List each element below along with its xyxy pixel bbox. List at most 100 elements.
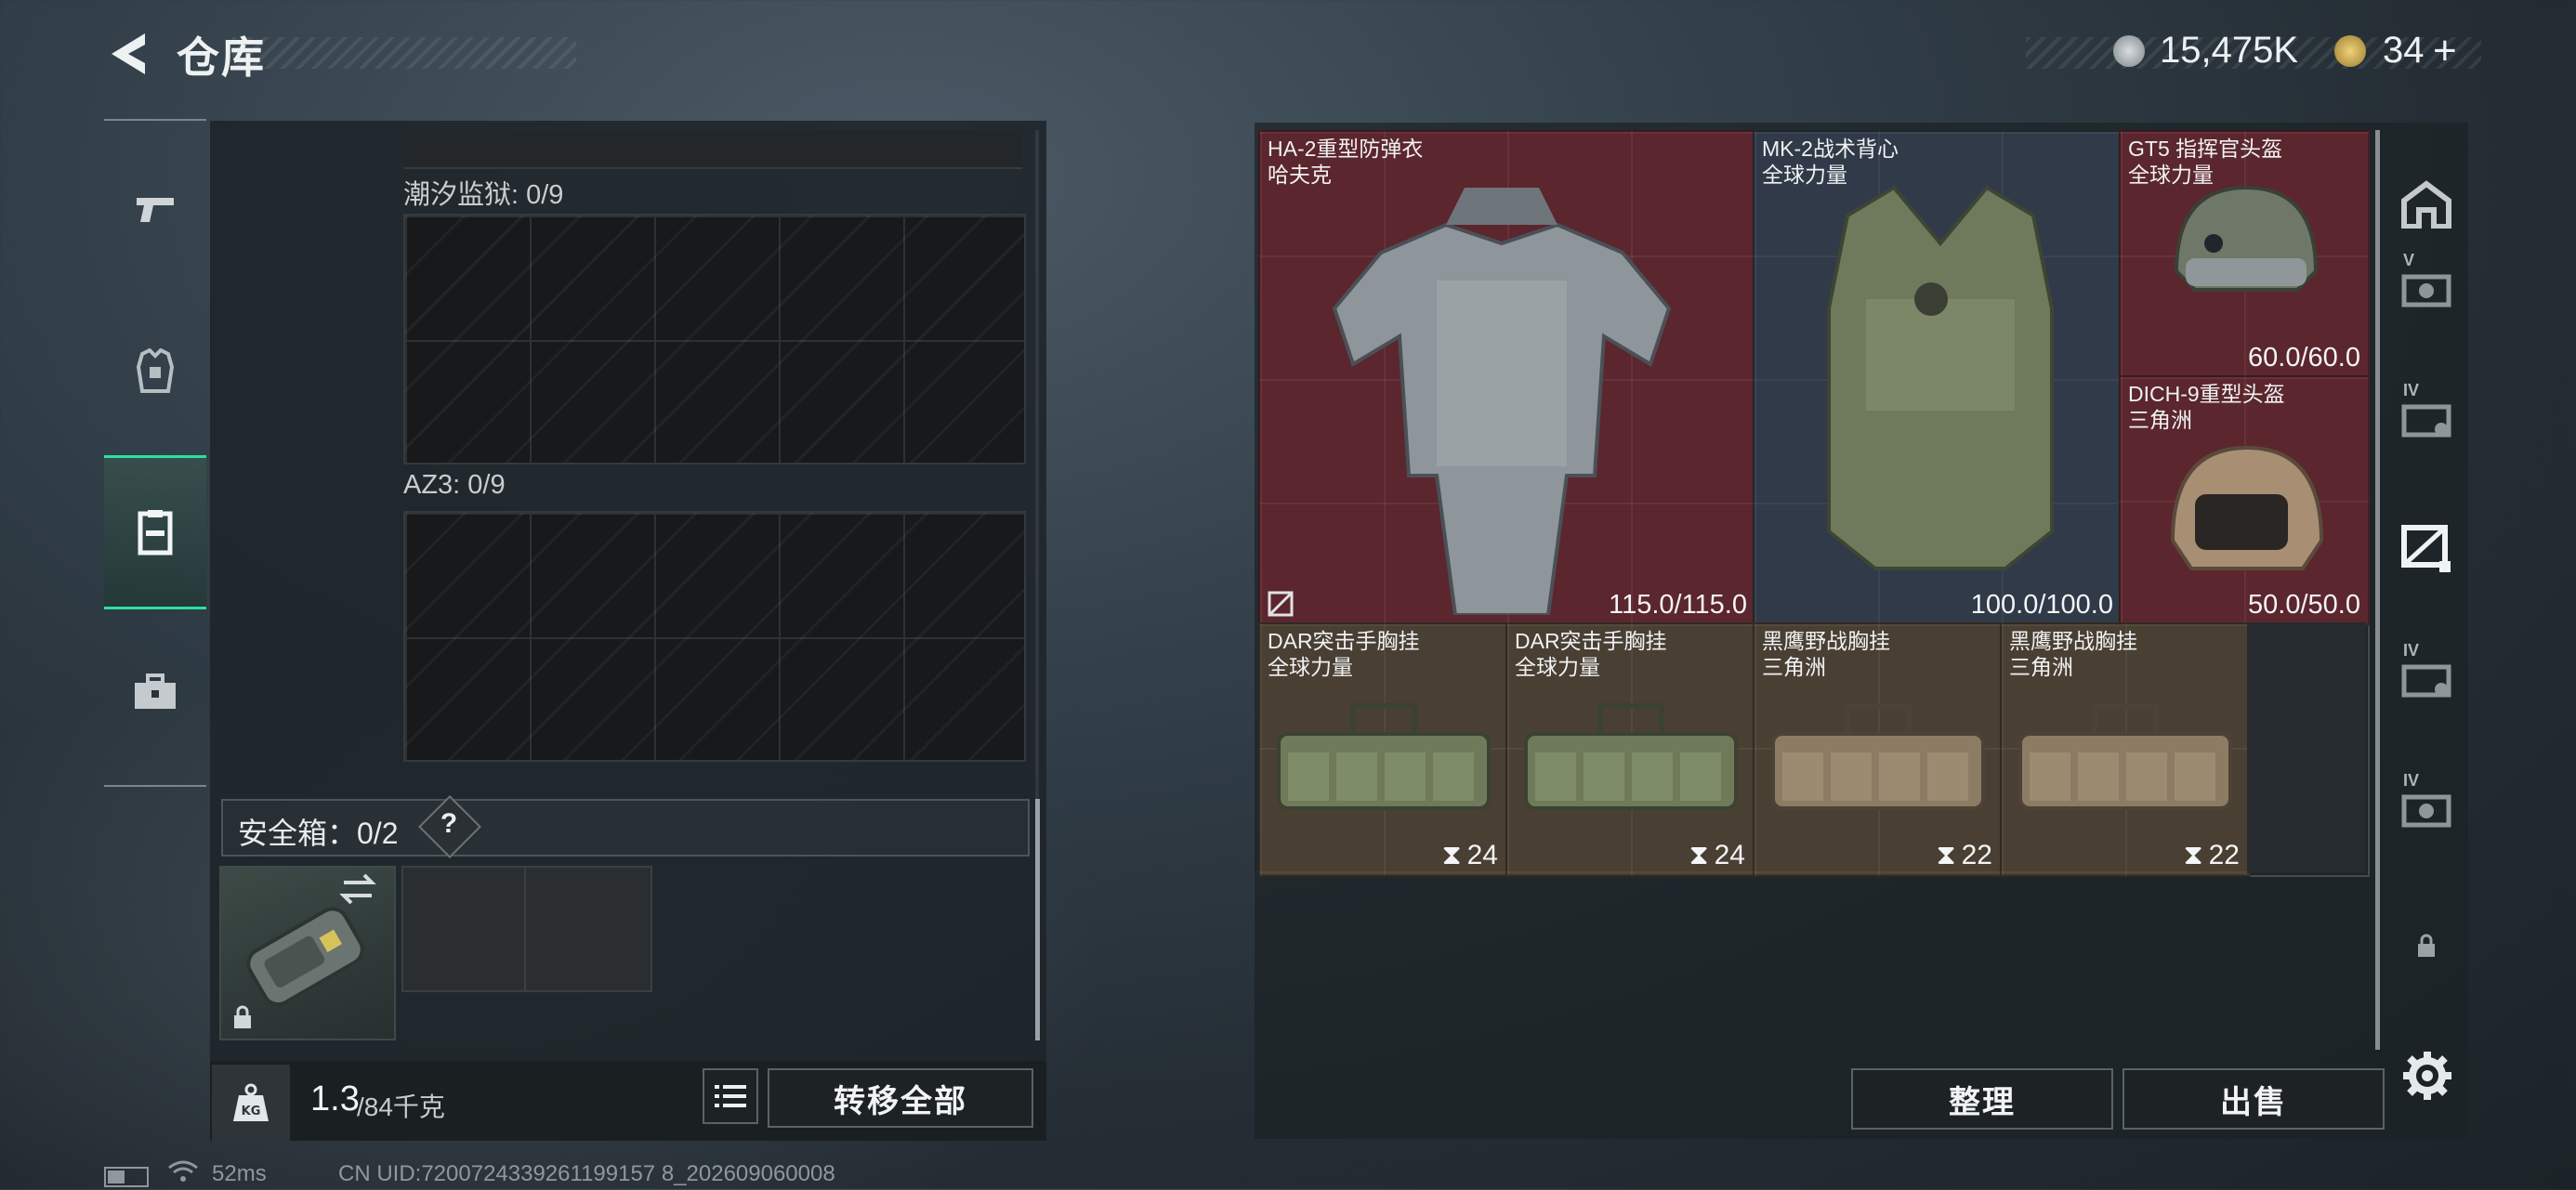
stash-item-dich9-helmet[interactable]: DICH-9重型头盔 三角洲 50.0/50.0 [2119,375,2370,626]
add-ticket-button[interactable]: + [2433,28,2457,74]
item-name: 黑鹰野战胸挂 [2009,629,2137,653]
container-grid-1[interactable] [403,214,1026,464]
lock-icon [234,1005,251,1028]
nav-vest[interactable] [104,455,206,609]
item-durability: 50.0/50.0 [2248,590,2360,620]
battery-icon [104,1167,149,1187]
item-durability: 100.0/100.0 [1970,590,2113,620]
item-brand: 三角洲 [2009,655,2073,679]
item-capacity: 24 [1714,840,1745,870]
nav-medkit[interactable] [104,618,206,766]
chest-rig-icon [1524,703,1738,810]
stash-empty-cell[interactable] [2247,622,2366,873]
stash-tab-iv-3[interactable]: IV [2385,751,2468,862]
stash-item-blackhawk-rig-2[interactable]: 黑鹰野战胸挂 三角洲 ⧗ 22 [2000,622,2251,877]
transfer-all-button[interactable]: 转移全部 [768,1068,1033,1128]
stash-item-dar-rig-2[interactable]: DAR突击手胸挂 全球力量 ⧗ 24 [1505,622,1756,877]
item-brand: 全球力量 [1515,655,1600,679]
item-capacity: 24 [1466,840,1498,870]
pistol-icon [137,198,174,222]
tab-tier: V [2403,251,2415,269]
safe-box-label: 安全箱：0/2 [238,817,399,850]
tab-tier: IV [2403,641,2420,660]
item-name: 黑鹰野战胸挂 [1762,629,1890,653]
item-brand: 三角洲 [1762,655,1826,679]
item-name: DICH-9重型头盔 [2128,382,2285,406]
briefcase-icon [135,673,176,709]
safe-box-slot[interactable] [219,866,396,1040]
ping-text: 52ms [212,1161,267,1186]
stash-v-icon [2401,274,2451,307]
list-view-button[interactable] [703,1068,758,1124]
item-brand: 全球力量 [1268,655,1353,679]
stash-item-blackhawk-rig-1[interactable]: 黑鹰野战胸挂 三角洲 ⧗ 22 [1753,622,2004,877]
item-durability: 60.0/60.0 [2248,343,2360,373]
nav-weapons[interactable] [104,135,206,283]
heavy-helmet-icon [2170,445,2324,570]
heavy-armor-icon [1332,188,1672,615]
tab-tier: IV [2403,771,2420,790]
currency-amount: 15,475K [2160,30,2299,71]
chest-rig-icon [1771,703,1985,810]
title-stripe [232,37,576,69]
item-name: MK-2战术背心 [1762,137,1899,161]
capacity-icon: ⧗ [2183,840,2203,870]
scrollbar[interactable] [1035,799,1040,1040]
commander-helmet-icon [2174,185,2319,292]
capacity-icon: ⧗ [1936,840,1956,870]
settings-button[interactable] [2401,1050,2453,1102]
item-durability: 115.0/115.0 [1609,590,1747,620]
stash-item-gt5-helmet[interactable]: GT5 指挥官头盔 全球力量 60.0/60.0 [2119,130,2370,379]
weight-max: /84千克 [357,1092,445,1121]
stash-item-dar-rig-1[interactable]: DAR突击手胸挂 全球力量 ⧗ 24 [1258,622,1509,877]
vest-icon [138,510,173,556]
container-label-2: AZ3: 0/9 [403,470,506,500]
capacity-icon: ⧗ [1441,840,1462,870]
house-icon [2401,180,2451,229]
previous-container-row [403,130,1022,169]
stash-tab-active[interactable] [2385,490,2468,602]
stash-tab-iv-2[interactable]: IV [2385,621,2468,732]
safe-box-empty-slot[interactable] [401,866,652,992]
sell-button[interactable]: 出售 [2123,1068,2385,1130]
nav-equipment[interactable] [104,297,206,446]
stash-item-ha2-armor[interactable]: HA-2重型防弹衣 哈夫克 115.0/115.0 [1258,130,1756,626]
item-name: DAR突击手胸挂 [1268,629,1420,653]
stash-tab-v[interactable]: V [2385,230,2468,342]
list-icon [715,1085,746,1107]
chest-rig-icon [1277,703,1491,810]
stash-scrollbar[interactable] [2375,130,2380,1050]
item-name: GT5 指挥官头盔 [2128,137,2283,161]
chest-rig-icon [2018,703,2232,810]
capacity-icon: ⧗ [1689,840,1709,870]
ticket-count: 34 [2383,30,2425,71]
organize-button[interactable]: 整理 [1851,1068,2113,1130]
page-title: 仓库 [177,33,266,82]
stash-active-icon [2401,525,2451,572]
item-capacity: 22 [1961,840,1992,870]
ticket-coin-icon [2334,35,2366,67]
tab-tier: IV [2403,381,2420,399]
back-arrow-icon [112,33,145,74]
container-label-1: 潮汐监狱: 0/9 [403,180,564,210]
weight-icon: KG [233,1083,269,1121]
weight-current: 1.3 [310,1079,360,1118]
stash-iv-2-icon [2401,664,2451,698]
item-capacity: 22 [2208,840,2240,870]
stash-iv-3-icon [2401,794,2451,828]
currency-coin-icon [2113,35,2145,67]
stash-tab-iv-1[interactable]: IV [2385,360,2468,472]
stash-item-mk2-vest[interactable]: MK-2战术背心 全球力量 100.0/100.0 [1753,130,2123,626]
stash-iv-icon [2401,404,2451,438]
stash-tab-locked[interactable] [2385,890,2468,1001]
item-name: DAR突击手胸挂 [1515,629,1667,653]
item-name: HA-2重型防弹衣 [1268,137,1424,161]
tactical-vest-icon [1827,185,2054,570]
uid-text: CN UID:7200724339261199157 8_20260906000… [338,1161,835,1186]
container-grid-2[interactable] [403,511,1026,762]
help-icon: ? [440,808,458,839]
armor-icon [136,348,175,393]
gear-icon [2403,1052,2451,1100]
weight-button[interactable]: KG [212,1065,290,1141]
back-button[interactable] [102,28,158,80]
